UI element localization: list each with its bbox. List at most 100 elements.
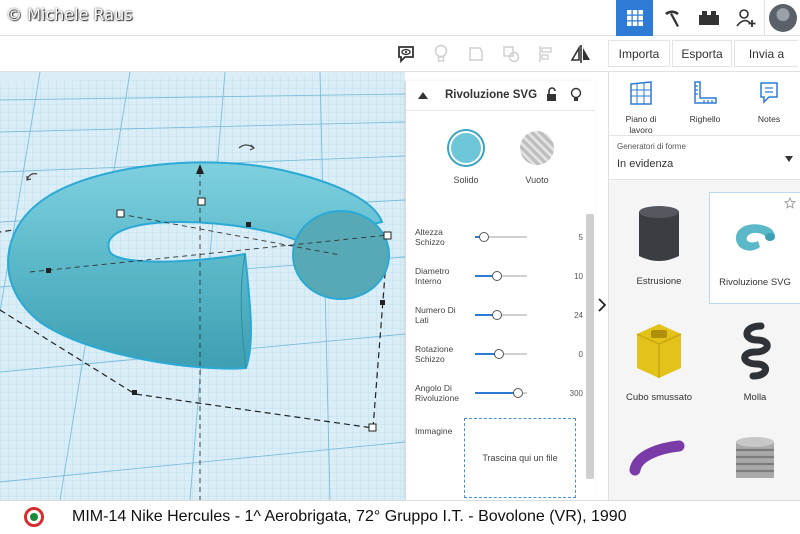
param-label: Altezza Schizzo xyxy=(415,227,445,247)
param-label: Diametro Interno xyxy=(415,266,450,286)
shape-tile-extrusion[interactable]: Estrusione xyxy=(613,192,705,304)
pickaxe-icon xyxy=(664,10,679,27)
tab-label: Notes xyxy=(757,114,781,124)
parameter-list: Altezza Schizzo 5 Diametro Interno 10 Nu… xyxy=(415,226,583,421)
unlock-icon[interactable] xyxy=(545,87,559,103)
param-slider[interactable] xyxy=(475,232,527,242)
shape-tile-rounded-box[interactable]: Cubo smussato xyxy=(613,308,705,420)
file-actions: Importa Esporta Invia a xyxy=(608,40,798,67)
export-button[interactable]: Esporta xyxy=(672,40,732,67)
tinkercad-editor: © Michele Raus Importa Esporta Invia a R… xyxy=(0,0,800,534)
collapse-caret-icon[interactable] xyxy=(418,92,428,99)
hole-label: Vuoto xyxy=(525,175,549,185)
shape-tile-spring[interactable]: Molla xyxy=(709,308,800,420)
lightbulb-icon xyxy=(434,44,447,62)
spring-shape-icon xyxy=(741,322,771,380)
send-to-button[interactable]: Invia a xyxy=(734,40,798,67)
chevron-down-icon xyxy=(785,156,793,162)
shape-name: Rivoluzione SVG xyxy=(719,277,791,288)
slider-knob[interactable] xyxy=(479,232,490,242)
inspector-title: Rivoluzione SVG xyxy=(445,89,538,101)
tab-workplane[interactable]: Piano di lavoro xyxy=(609,72,673,135)
shape-tile-svg-revolve[interactable]: Rivoluzione SVG xyxy=(709,192,800,304)
notes-icon xyxy=(760,82,778,104)
add-user-button[interactable] xyxy=(727,0,764,36)
photo-caption-bar: MIM-14 Nike Hercules - 1^ Aerobrigata, 7… xyxy=(0,500,800,534)
hole-swatch xyxy=(520,131,554,165)
param-value[interactable]: 0 xyxy=(579,350,583,359)
import-button[interactable]: Importa xyxy=(608,40,670,67)
solid-swatch xyxy=(449,131,483,165)
ungroup-tool-button[interactable] xyxy=(493,36,528,72)
param-value[interactable]: 5 xyxy=(579,233,583,242)
slider-knob[interactable] xyxy=(491,271,502,281)
caption-text: MIM-14 Nike Hercules - 1^ Aerobrigata, 7… xyxy=(72,508,627,525)
slider-knob[interactable] xyxy=(513,388,524,398)
param-value[interactable]: 24 xyxy=(574,311,583,320)
shape-tools xyxy=(388,36,598,72)
chevron-right-icon xyxy=(598,298,606,312)
param-row: Angolo Di Rivoluzione 300 xyxy=(415,382,583,421)
param-slider[interactable] xyxy=(475,310,527,320)
slider-knob[interactable] xyxy=(491,310,502,320)
top-icons xyxy=(616,0,800,36)
workplane-scene xyxy=(0,72,405,500)
solid-option[interactable]: Solido xyxy=(436,131,496,185)
param-label: Angolo Di Rivoluzione xyxy=(415,383,459,403)
workplane-viewport[interactable] xyxy=(0,72,405,500)
inspector-scrollbar[interactable] xyxy=(586,214,594,479)
param-value[interactable]: 300 xyxy=(570,389,583,398)
param-row: Diametro Interno 10 xyxy=(415,265,583,304)
tab-notes[interactable]: Notes xyxy=(737,72,800,135)
align-tool-button[interactable] xyxy=(528,36,563,72)
avatar-icon xyxy=(768,4,797,32)
roundel-icon xyxy=(24,507,44,527)
top-bar: © Michele Raus xyxy=(0,0,800,36)
shape-name: Cubo smussato xyxy=(625,392,692,403)
shapes-panel: Piano di lavoro Righello Notes Generator… xyxy=(608,72,800,500)
solid-label: Solido xyxy=(453,175,479,185)
star-icon[interactable] xyxy=(784,197,796,209)
cylinder-shape-icon xyxy=(639,206,679,261)
param-slider[interactable] xyxy=(475,271,527,281)
generator-label: Generatori di forme xyxy=(617,142,686,151)
tab-label: Righello xyxy=(689,114,721,124)
grid-view-icon xyxy=(626,10,643,26)
param-row: Altezza Schizzo 5 xyxy=(415,226,583,265)
3d-design-view-button[interactable] xyxy=(616,0,653,36)
param-label: Numero Di Lati xyxy=(415,305,456,325)
param-value[interactable]: 10 xyxy=(574,272,583,281)
slider-fill xyxy=(475,392,519,394)
lightbulb-icon[interactable] xyxy=(570,87,582,103)
add-user-icon xyxy=(735,9,755,27)
threaded-cylinder-shape-icon xyxy=(736,437,774,478)
tab-label: Piano di lavoro xyxy=(625,114,657,135)
group-tool-button[interactable] xyxy=(458,36,493,72)
edit-toolbar: Importa Esporta Invia a xyxy=(0,36,800,72)
file-dropzone[interactable]: Trascina qui un file xyxy=(464,418,576,498)
shape-generator-dropdown[interactable]: Generatori di forme In evidenza xyxy=(609,136,800,180)
brick-icon xyxy=(698,11,719,25)
panel-tabs: Piano di lavoro Righello Notes xyxy=(609,72,800,136)
slider-knob[interactable] xyxy=(494,349,505,359)
user-avatar[interactable] xyxy=(764,0,800,36)
mirror-tool-button[interactable] xyxy=(563,36,598,72)
panel-collapse-handle[interactable] xyxy=(595,290,609,320)
generator-value: In evidenza xyxy=(617,158,674,170)
ruler-icon xyxy=(694,81,717,104)
light-tool-button[interactable] xyxy=(423,36,458,72)
param-row: Numero Di Lati 24 xyxy=(415,304,583,343)
param-slider[interactable] xyxy=(475,349,527,359)
bricks-view-button[interactable] xyxy=(690,0,727,36)
blocks-view-button[interactable] xyxy=(653,0,690,36)
param-slider[interactable] xyxy=(475,388,527,398)
workplane-icon xyxy=(630,81,652,105)
align-icon xyxy=(538,46,552,62)
notes-tool-button[interactable] xyxy=(388,36,423,72)
curved-tube-shape-icon xyxy=(629,440,685,476)
shape-name: Estrusione xyxy=(636,276,682,287)
shape-inspector-panel: Rivoluzione SVG Solido Vuoto Altezza Sch… xyxy=(405,81,595,500)
hole-option[interactable]: Vuoto xyxy=(507,131,567,185)
tab-ruler[interactable]: Righello xyxy=(673,72,737,135)
watermark: © Michele Raus xyxy=(6,5,133,24)
